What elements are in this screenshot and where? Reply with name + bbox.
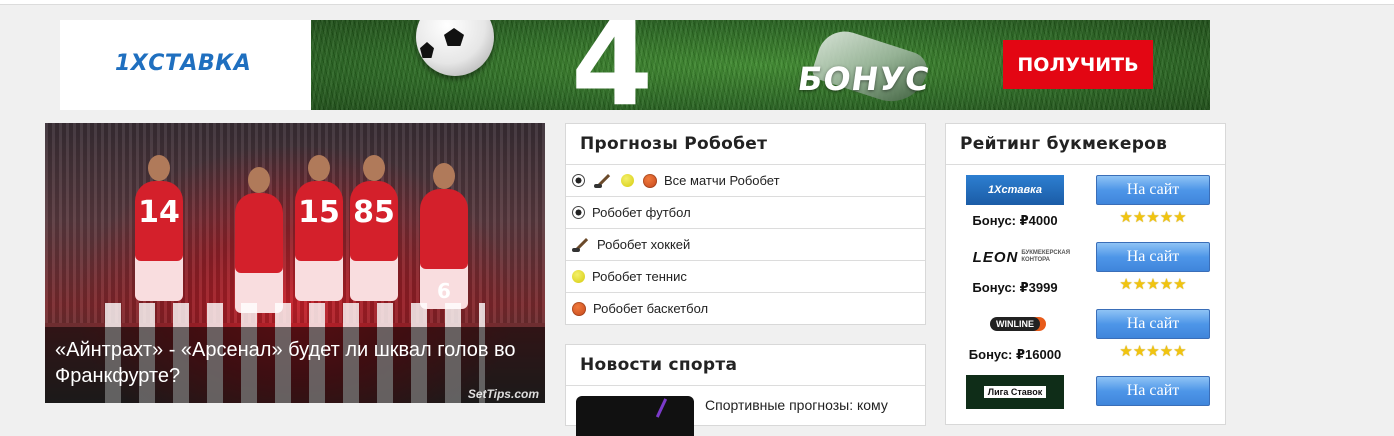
robobet-item-hockey[interactable]: Робобет хоккей <box>566 229 925 261</box>
leon-logo-text: LEON <box>972 248 1019 266</box>
banner-digit: 4 <box>571 20 654 110</box>
hockey-stick-icon <box>572 238 590 252</box>
visit-site-button[interactable]: На сайт <box>1096 309 1210 339</box>
banner-get-button[interactable]: ПОЛУЧИТЬ <box>1003 40 1153 89</box>
rating-title: Рейтинг букмекеров <box>946 124 1225 165</box>
basketball-icon <box>572 301 586 316</box>
robobet-item-label[interactable]: Все матчи Робобет <box>663 173 780 188</box>
winline-logo-text: WINLINE <box>990 317 1040 331</box>
robobet-widget: Прогнозы Робобет Все матчи Робобет Робоб… <box>565 123 926 325</box>
robobet-title: Прогнозы Робобет <box>566 124 925 165</box>
leon-logo-subtext: БУКМЕКЕРСКАЯ КОНТОРА <box>1021 250 1071 263</box>
soccer-ball-icon <box>572 206 585 219</box>
banner-brand-logo: 1XСТАВКА <box>115 51 252 76</box>
robobet-item-all[interactable]: Все матчи Робобет <box>566 165 925 197</box>
news-item-title[interactable]: Спортивные прогнозы: кому <box>705 396 915 414</box>
visit-site-button[interactable]: На сайт <box>1096 175 1210 205</box>
bookmaker-bonus: Бонус: ₽16000 <box>968 347 1062 362</box>
robobet-item-basketball[interactable]: Робобет баскетбол <box>566 293 925 324</box>
liga-logo-text: Лига Ставок <box>983 386 1047 398</box>
visit-site-button[interactable]: На сайт <box>1096 376 1210 406</box>
tennis-ball-icon <box>572 270 585 283</box>
image-watermark: SetTips.com <box>467 387 539 401</box>
article-title[interactable]: «Айнтрахт» - «Арсенал» будет ли шквал го… <box>55 337 535 389</box>
robobet-item-tennis[interactable]: Робобет теннис <box>566 261 925 293</box>
bookmaker-bonus: Бонус: ₽4000 <box>972 213 1058 228</box>
robobet-item-label[interactable]: Робобет футбол <box>591 205 691 220</box>
bookmaker-logo-leon[interactable]: LEON БУКМЕКЕРСКАЯ КОНТОРА <box>966 242 1071 272</box>
player-figure: 14 <box>135 155 183 301</box>
player-figure <box>235 167 283 313</box>
banner-field-image: 4 БОНУС ПОЛУЧИТЬ <box>311 20 1210 110</box>
bookmaker-bonus: Бонус: ₽3999 <box>972 280 1058 295</box>
player-figure: 15 <box>295 155 343 301</box>
basketball-icon <box>643 173 657 188</box>
rating-stars: ★★★★★ <box>1119 276 1187 293</box>
bookmaker-logo-liga-stavok[interactable]: Лига Ставок <box>966 375 1064 409</box>
top-border <box>0 0 1394 5</box>
sports-news-widget: Новости спорта Спортивные прогнозы: кому <box>565 344 926 436</box>
hockey-stick-icon <box>594 174 612 188</box>
robobet-item-label[interactable]: Робобет теннис <box>591 269 687 284</box>
robobet-item-label[interactable]: Робобет баскетбол <box>592 301 708 316</box>
rating-stars: ★★★★★ <box>1119 209 1187 226</box>
robobet-item-label[interactable]: Робобет хоккей <box>596 237 690 252</box>
visit-site-button[interactable]: На сайт <box>1096 242 1210 272</box>
news-title: Новости спорта <box>566 345 925 386</box>
rating-stars: ★★★★★ <box>1119 343 1187 360</box>
tennis-ball-icon <box>621 174 634 187</box>
news-thumbnail[interactable] <box>576 396 694 436</box>
featured-article[interactable]: 14 15 85 6 «Айнтрахт» - «Арсенал» будет … <box>45 123 545 403</box>
player-figure: 6 <box>420 163 468 309</box>
soccer-ball-icon <box>416 20 494 76</box>
bookmaker-rating-widget: Рейтинг букмекеров 1Xставка Бонус: ₽4000… <box>945 123 1226 425</box>
promo-banner[interactable]: 1XСТАВКА 4 БОНУС ПОЛУЧИТЬ <box>60 20 1210 110</box>
robobet-item-football[interactable]: Робобет футбол <box>566 197 925 229</box>
banner-logo-area: 1XСТАВКА <box>60 20 311 110</box>
banner-bonus-text: БОНУС <box>795 60 933 98</box>
bookmaker-logo-winline[interactable]: WINLINE <box>966 309 1064 339</box>
soccer-ball-icon <box>572 174 585 187</box>
player-figure: 85 <box>350 155 398 301</box>
bookmaker-logo-1xstavka[interactable]: 1Xставка <box>966 175 1064 205</box>
